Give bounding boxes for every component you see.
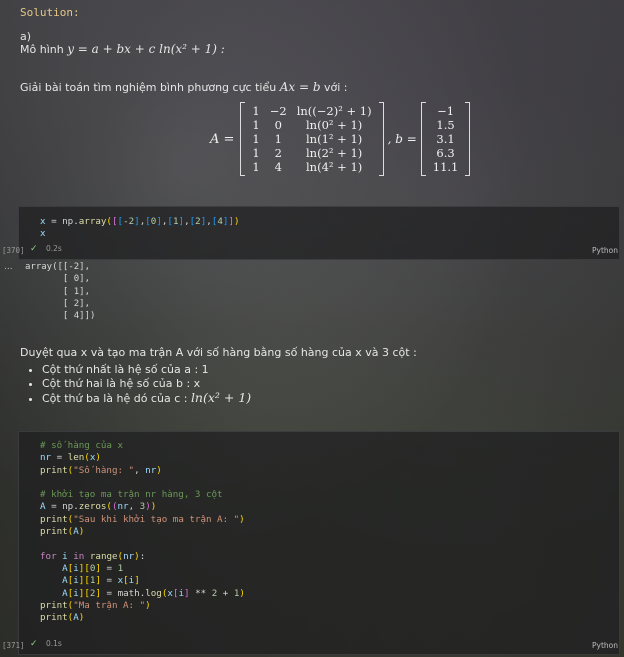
matrix-a-row: 1 1 ln(1² + 1) bbox=[247, 132, 376, 146]
cell-1-exec-time: 0.2s bbox=[45, 244, 62, 253]
matrix-a-cell: 1 bbox=[252, 146, 260, 160]
output-more-icon[interactable]: ... bbox=[4, 262, 13, 272]
bullet-item: Cột thứ hai là hệ số của b : x bbox=[42, 377, 251, 391]
vector-b-cell: 1.5 bbox=[436, 118, 455, 132]
cell-1-exec-count: [370] bbox=[2, 246, 25, 255]
matrix-b-label: , b = bbox=[387, 132, 417, 146]
cell-2-language[interactable]: Python bbox=[592, 641, 618, 650]
matrix-a-cell: 0 bbox=[274, 118, 282, 132]
model-formula: y = a + bx + c ln(x² + 1) : bbox=[67, 42, 225, 56]
matrix-a-cell: 1 bbox=[252, 160, 260, 174]
matrix-a-row: 1 −2 ln((−2)² + 1) bbox=[247, 104, 376, 118]
vector-b-row: 1.5 bbox=[428, 118, 464, 132]
bullet-item: Cột thứ nhất là hệ số của a : 1 bbox=[42, 363, 251, 377]
matrix-a-cell: 2 bbox=[274, 146, 282, 160]
matrix-a-cell: ln(4² + 1) bbox=[306, 160, 363, 174]
intro-formula: Ax = b bbox=[279, 80, 321, 94]
intro-line: Giải bài toán tìm nghiệm bình phương cực… bbox=[20, 80, 348, 94]
matrix-a-row: 1 4 ln(4² + 1) bbox=[247, 160, 376, 174]
matrix-a-cell: ln(2² + 1) bbox=[306, 146, 363, 160]
matrix-a-cell: ln((−2)² + 1) bbox=[296, 104, 372, 118]
bullet-list: Cột thứ nhất là hệ số của a : 1 Cột thứ … bbox=[26, 363, 251, 406]
cell-1-status: ✓ 0.2s bbox=[30, 244, 62, 254]
matrix-a-cell: 1 bbox=[252, 132, 260, 146]
matrix-a-cell: 1 bbox=[274, 132, 282, 146]
model-text: Mô hình bbox=[20, 43, 68, 56]
vector-b-cell: 11.1 bbox=[432, 160, 459, 174]
cell-1-language[interactable]: Python bbox=[592, 246, 618, 255]
vector-b: −1 1.5 3.1 6.3 11.1 bbox=[420, 102, 471, 176]
model-line: Mô hình y = a + bx + c ln(x² + 1) : bbox=[20, 42, 225, 56]
matrix-a-label: A = bbox=[210, 131, 235, 147]
matrix-a: 1 −2 ln((−2)² + 1) 1 0 ln(0² + 1) 1 1 ln(1² + 1)… bbox=[240, 102, 384, 176]
matrix-a-cell: ln(1² + 1) bbox=[306, 132, 363, 146]
vector-b-row: −1 bbox=[428, 104, 464, 118]
intro-text: Giải bài toán tìm nghiệm bình phương cực… bbox=[20, 81, 280, 94]
vector-b-row: 11.1 bbox=[428, 160, 464, 174]
matrix-a-table: 1 −2 ln((−2)² + 1) 1 0 ln(0² + 1) 1 1 ln(1² + 1)… bbox=[247, 104, 376, 174]
matrix-a-cell: ln(0² + 1) bbox=[306, 118, 363, 132]
bullet-item-text: Cột thứ ba là hệ dó của c : bbox=[42, 392, 191, 405]
vector-b-row: 3.1 bbox=[428, 132, 464, 146]
cell-1-output: array([[-2], [ 0], [ 1], [ 2], [ 4]]) bbox=[25, 262, 96, 322]
explanation-paragraph: Duyệt qua x và tạo ma trận A với số hàng… bbox=[20, 346, 417, 359]
check-icon: ✓ bbox=[30, 639, 38, 649]
matrix-a-row: 1 0 ln(0² + 1) bbox=[247, 118, 376, 132]
vector-b-row: 6.3 bbox=[428, 146, 464, 160]
vector-b-cell: 3.1 bbox=[436, 132, 455, 146]
bullet-formula: ln(x² + 1) bbox=[190, 390, 252, 405]
intro-suffix: với : bbox=[320, 81, 348, 94]
check-icon: ✓ bbox=[30, 244, 38, 254]
matrix-a-row: 1 2 ln(2² + 1) bbox=[247, 146, 376, 160]
code-cell-1-source[interactable]: x = np.array([[-2],[0],[1],[2],[4]]) x bbox=[40, 216, 240, 241]
cell-2-status: ✓ 0.1s bbox=[30, 639, 62, 649]
matrix-a-cell: 4 bbox=[274, 160, 282, 174]
cell-2-exec-count: [371] bbox=[2, 641, 25, 650]
matrix-a-cell: −2 bbox=[269, 104, 287, 118]
solution-label: Solution: bbox=[20, 6, 80, 19]
code-cell-2-source[interactable]: # số hàng của x nr = len(x) print("Số hà… bbox=[40, 440, 245, 624]
bullet-item: Cột thứ ba là hệ dó của c : ln(x² + 1) bbox=[42, 391, 251, 406]
vector-b-table: −1 1.5 3.1 6.3 11.1 bbox=[428, 104, 464, 174]
matrix-a-cell: 1 bbox=[252, 118, 260, 132]
vector-b-cell: −1 bbox=[437, 104, 455, 118]
matrix-a-cell: 1 bbox=[252, 104, 260, 118]
matrix-equation: A = 1 −2 ln((−2)² + 1) 1 0 ln(0² + 1) 1 1 ln(1² … bbox=[210, 102, 474, 176]
cell-2-exec-time: 0.1s bbox=[45, 639, 62, 648]
vector-b-cell: 6.3 bbox=[436, 146, 455, 160]
